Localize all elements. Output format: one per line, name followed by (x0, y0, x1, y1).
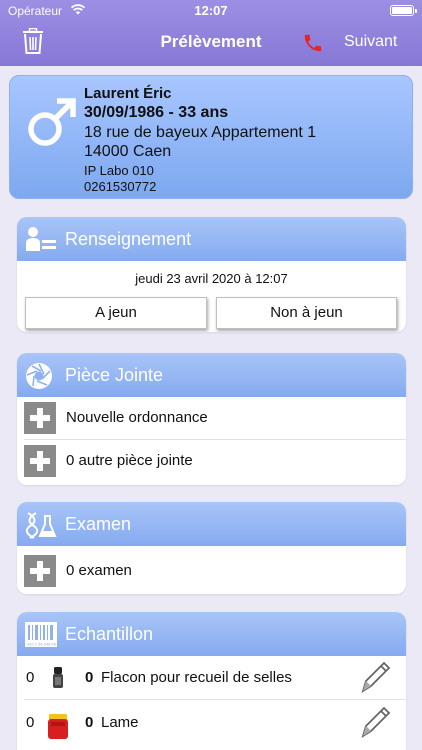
add-exam-row[interactable]: 0 examen (24, 555, 394, 587)
sample-count: 0 (26, 714, 35, 731)
section-title: Pièce Jointe (65, 365, 164, 385)
patient-card[interactable]: Laurent Éric 30/09/1986 - 33 ans 18 rue … (9, 75, 413, 199)
patient-street: 18 rue de bayeux Appartement 1 (84, 124, 317, 141)
patient-phone: 0261530772 (84, 179, 157, 194)
sample-count: 0 (26, 669, 35, 686)
section-title: Renseignement (65, 229, 192, 249)
renseignement-section: Renseignement jeudi 23 avril 2020 à 12:0… (17, 217, 406, 332)
sampling-date: jeudi 23 avril 2020 à 12:07 (135, 271, 288, 286)
row-label: 0 examen (66, 562, 132, 579)
row-label: 0 autre pièce jointe (66, 452, 193, 469)
plus-icon[interactable] (24, 445, 56, 477)
section-header: Renseignement (17, 217, 406, 261)
fasting-button[interactable]: A jeun (25, 297, 207, 329)
sample-quantity: 0 (85, 714, 94, 731)
divider (24, 699, 406, 700)
patient-city: 14000 Caen (84, 143, 172, 160)
piece-jointe-section: Pièce Jointe Nouvelle ordonnance 0 autre… (17, 353, 406, 485)
status-bar: Opérateur 12:07 (0, 0, 422, 22)
section-title: Echantillon (65, 624, 154, 644)
echantillon-section: 432 1 56 348 46 Echantillon 0 0 Flacon p… (17, 612, 406, 750)
navigation-bar: Opérateur 12:07 Prélèvement Suivant (0, 0, 422, 66)
clock: 12:07 (194, 3, 228, 18)
section-header: Examen (17, 502, 406, 546)
plus-icon[interactable] (24, 402, 56, 434)
dna-flask-icon (25, 512, 57, 539)
next-button[interactable]: Suivant (344, 33, 397, 51)
sample-row[interactable]: 0 0 Lame (17, 702, 406, 744)
section-header: Pièce Jointe (17, 353, 406, 397)
camera-aperture-icon (26, 363, 52, 389)
patient-name: Laurent Éric (84, 85, 172, 102)
battery-icon (390, 5, 417, 16)
patient-birth: 30/09/1986 - 33 ans (84, 104, 229, 121)
divider (24, 439, 406, 440)
section-header: 432 1 56 348 46 Echantillon (17, 612, 406, 656)
person-info-icon (26, 227, 56, 251)
examen-section: Examen 0 examen (17, 502, 406, 594)
sample-quantity: 0 (85, 669, 94, 686)
add-prescription-row[interactable]: Nouvelle ordonnance (24, 402, 394, 434)
sample-row[interactable]: 0 0 Flacon pour recueil de selles (17, 657, 406, 699)
slide-container-icon (48, 714, 68, 739)
section-title: Examen (65, 514, 132, 534)
edit-pencil-icon[interactable] (357, 704, 391, 742)
sample-name: Lame (101, 714, 139, 731)
add-attachment-row[interactable]: 0 autre pièce jointe (24, 445, 394, 477)
phone-icon[interactable] (302, 32, 324, 54)
sample-name: Flacon pour recueil de selles (101, 669, 292, 686)
barcode-number: 432 1 56 348 46 (27, 642, 57, 647)
row-label: Nouvelle ordonnance (66, 409, 208, 426)
barcode-icon: 432 1 56 348 46 (25, 622, 57, 647)
stool-container-icon (53, 667, 63, 688)
male-gender-icon (28, 98, 76, 146)
patient-lab: IP Labo 010 (84, 163, 154, 178)
not-fasting-button[interactable]: Non à jeun (216, 297, 397, 329)
edit-pencil-icon[interactable] (357, 659, 391, 697)
plus-icon[interactable] (24, 555, 56, 587)
